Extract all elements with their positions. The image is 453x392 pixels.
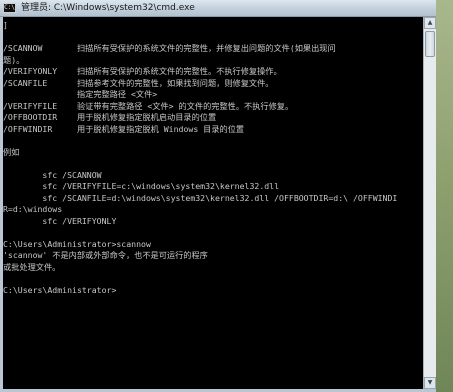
vertical-scrollbar[interactable]: ▲ ▼ bbox=[423, 17, 436, 389]
console-line: ] bbox=[3, 20, 8, 30]
console-line: /SCANNOW 扫描所有受保护的系统文件的完整性，并修复出问题的文件(如果出现… bbox=[3, 43, 336, 53]
console-line: /VERIFYONLY 扫描所有受保护的系统文件的完整性。不执行修复操作。 bbox=[3, 66, 282, 76]
console-line: R=d:\windows bbox=[3, 204, 63, 214]
console-line: sfc /VERIFYFILE=c:\windows\system32\kern… bbox=[3, 181, 280, 191]
console-output[interactable]: ] /SCANNOW 扫描所有受保护的系统文件的完整性，并修复出问题的文件(如果出… bbox=[3, 17, 423, 389]
console-line: /OFFWINDIR 用于脱机修复指定脱机 Windows 目录的位置 bbox=[3, 123, 245, 134]
console-line: /OFFBOOTDIR 用于脱机修复指定脱机启动目录的位置 bbox=[3, 112, 217, 122]
cmd-app-icon: C:\ bbox=[3, 3, 16, 13]
console-line: /VERIFYFILE 验证带有完整路径 <文件> 的文件的完整性。不执行修复。 bbox=[3, 100, 294, 111]
desktop-background bbox=[436, 0, 453, 392]
scroll-up-arrow-icon[interactable]: ▲ bbox=[424, 17, 436, 29]
console-line: sfc /SCANNOW bbox=[3, 169, 102, 180]
scroll-down-arrow-icon[interactable]: ▼ bbox=[424, 377, 436, 389]
console-line: 或批处理文件。 bbox=[3, 261, 61, 272]
console-line: 指定完整路径 <文件> bbox=[3, 89, 158, 99]
console-line: C:\Users\Administrator>scannow bbox=[3, 238, 151, 249]
scrollbar-thumb[interactable] bbox=[425, 31, 435, 57]
console-text: ] /SCANNOW 扫描所有受保护的系统文件的完整性，并修复出问题的文件(如果出… bbox=[3, 20, 423, 296]
console-line: C:\Users\Administrator> bbox=[3, 284, 117, 295]
console-line: sfc /SCANFILE=d:\windows\system32\kernel… bbox=[3, 192, 398, 203]
console-line: /SCANFILE 扫描参考文件的完整性，如果找到问题，则修复文件。 bbox=[3, 77, 274, 88]
console-line: sfc /VERIFYONLY bbox=[3, 215, 117, 226]
console-line: 题)。 bbox=[3, 54, 25, 65]
console-line: 例如 bbox=[3, 146, 20, 157]
cmd-window: C:\ 管理员: C:\Windows\system32\cmd.exe ] /S… bbox=[0, 0, 436, 392]
console-line: 'scannow' 不是内部或外部命令，也不是可运行的程序 bbox=[3, 250, 208, 260]
title-bar[interactable]: C:\ 管理员: C:\Windows\system32\cmd.exe bbox=[0, 0, 436, 17]
window-title: 管理员: C:\Windows\system32\cmd.exe bbox=[21, 3, 195, 13]
